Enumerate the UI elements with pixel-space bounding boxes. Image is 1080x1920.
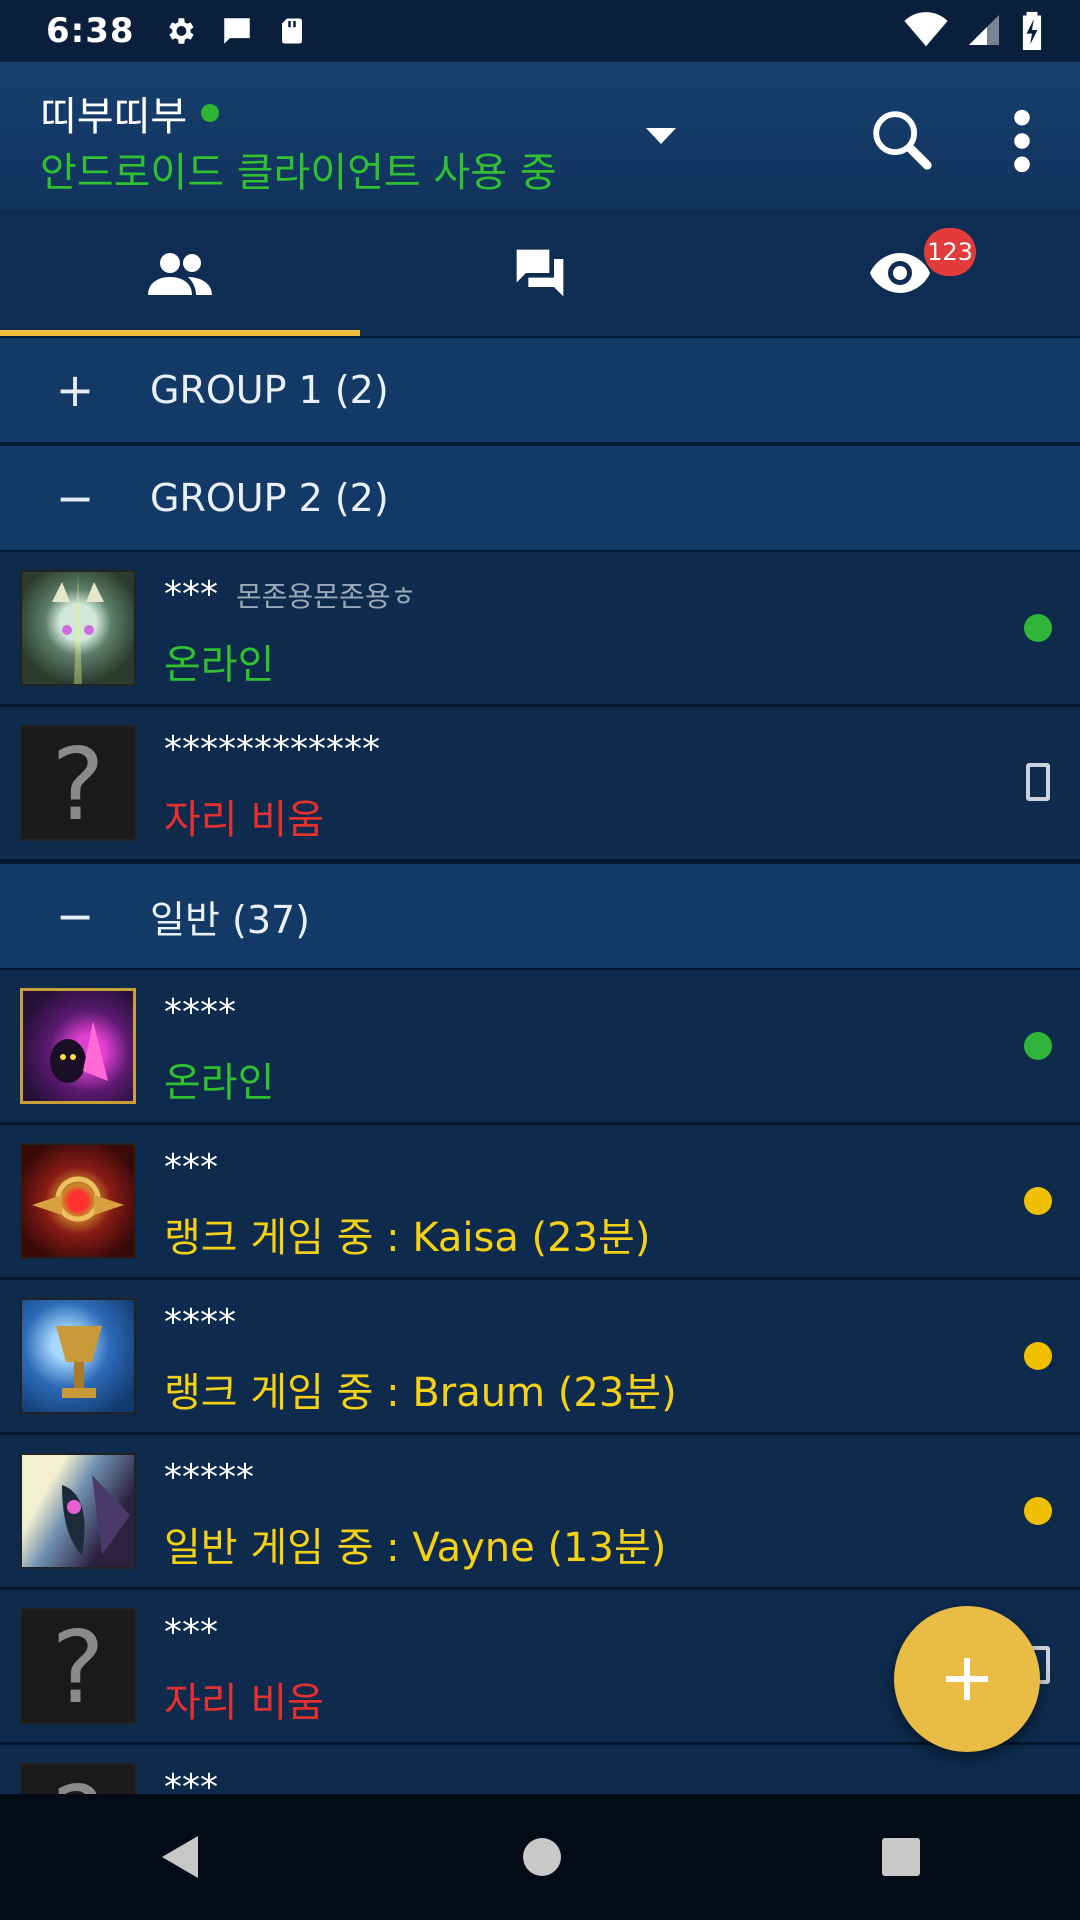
eye-icon: [870, 253, 930, 293]
friend-name-row: *** 몬존용몬존용ㅎ: [164, 574, 416, 615]
friend-name: ************: [164, 729, 380, 770]
avatar: [20, 988, 136, 1104]
avatar: ?: [20, 1763, 136, 1794]
search-icon[interactable]: [866, 104, 936, 174]
avatar: [20, 1143, 136, 1259]
friend-status: 랭크 게임 중 : Kaisa (23분): [164, 1215, 651, 1261]
friend-name: ***: [164, 574, 218, 615]
tab-bar: 123: [0, 210, 1080, 336]
friend-name: ***: [164, 1612, 218, 1653]
group-label: GROUP 2 (2): [150, 476, 389, 520]
svg-text:?: ?: [51, 1765, 104, 1794]
friend-row[interactable]: ? ***: [0, 1745, 1080, 1794]
sd-card-icon: [281, 18, 302, 44]
account-name-row[interactable]: 띠부띠부: [40, 84, 220, 142]
recents-icon[interactable]: [880, 1836, 922, 1878]
friend-name: ***: [164, 1767, 218, 1794]
signal-icon: [969, 15, 999, 45]
group-header[interactable]: − GROUP 2 (2): [0, 444, 1080, 552]
tab-friends[interactable]: [0, 210, 360, 336]
ingame-indicator: [1024, 1497, 1052, 1525]
status-time: 6:38: [46, 11, 135, 51]
friend-name: ****: [164, 992, 236, 1033]
mobile-icon: [1026, 763, 1050, 801]
group-label: GROUP 1 (2): [150, 368, 389, 412]
chat-icon: [516, 249, 564, 297]
account-status-text[interactable]: 안드로이드 클라이언트 사용 중: [40, 140, 557, 198]
friend-status: 랭크 게임 중 : Braum (23분): [164, 1370, 677, 1416]
friend-status: 자리 비움: [164, 1680, 324, 1726]
friend-status: 자리 비움: [164, 797, 324, 843]
wifi-icon: [904, 12, 948, 47]
friend-row[interactable]: ? ************ 자리 비움: [0, 707, 1080, 862]
friend-name: *****: [164, 1457, 254, 1498]
friend-status: 온라인: [164, 642, 275, 688]
friend-row[interactable]: *** 몬존용몬존용ㅎ 온라인: [0, 552, 1080, 707]
friend-row[interactable]: *** 랭크 게임 중 : Kaisa (23분): [0, 1125, 1080, 1280]
account-name: 띠부띠부: [40, 94, 188, 140]
ingame-indicator: [1024, 1187, 1052, 1215]
avatar: ?: [20, 725, 136, 841]
group-toggle-icon[interactable]: −: [0, 471, 150, 525]
svg-text:?: ?: [51, 1610, 104, 1722]
back-icon[interactable]: [158, 1832, 204, 1882]
status-bar: 6:38: [0, 0, 1080, 62]
plus-icon: [946, 1658, 988, 1700]
battery-charging-icon: [1022, 11, 1042, 50]
message-icon: [223, 18, 250, 44]
avatar: [20, 570, 136, 686]
friend-row[interactable]: **** 랭크 게임 중 : Braum (23분): [0, 1280, 1080, 1435]
svg-text:?: ?: [51, 727, 104, 839]
friend-note: 몬존용몬존용ㅎ: [236, 580, 417, 613]
friend-row[interactable]: **** 온라인: [0, 970, 1080, 1125]
group-toggle-icon[interactable]: −: [0, 889, 150, 943]
avatar: [20, 1298, 136, 1414]
tab-chats[interactable]: 123: [360, 210, 976, 336]
friend-status: 온라인: [164, 1060, 275, 1106]
online-indicator: [1024, 1032, 1052, 1060]
avatar: [20, 1453, 136, 1569]
online-indicator: [1024, 614, 1052, 642]
app-bar: 띠부띠부 안드로이드 클라이언트 사용 중: [0, 62, 1080, 210]
online-status-dot: [201, 104, 220, 122]
friend-row[interactable]: ***** 일반 게임 중 : Vayne (13분): [0, 1435, 1080, 1590]
tab-watch[interactable]: [720, 210, 1080, 336]
group-toggle-icon[interactable]: +: [0, 363, 150, 417]
navigation-bar: [0, 1794, 1080, 1920]
group-label: 일반 (37): [150, 897, 311, 942]
add-friend-button[interactable]: [894, 1606, 1040, 1752]
home-icon[interactable]: [520, 1835, 564, 1879]
friend-list[interactable]: + GROUP 1 (2) − GROUP 2 (2) *** 몬존용몬존용ㅎ 온…: [0, 336, 1080, 1794]
dropdown-arrow-icon[interactable]: [646, 128, 676, 146]
ingame-indicator: [1024, 1342, 1052, 1370]
people-icon: [148, 253, 212, 295]
friend-name: ****: [164, 1302, 236, 1343]
more-options-icon[interactable]: [1000, 106, 1044, 176]
group-header[interactable]: − 일반 (37): [0, 862, 1080, 970]
friend-status: 일반 게임 중 : Vayne (13분): [164, 1525, 667, 1571]
group-header[interactable]: + GROUP 1 (2): [0, 336, 1080, 444]
friend-name: ***: [164, 1147, 218, 1188]
settings-icon: [168, 18, 194, 44]
avatar: ?: [20, 1608, 136, 1724]
